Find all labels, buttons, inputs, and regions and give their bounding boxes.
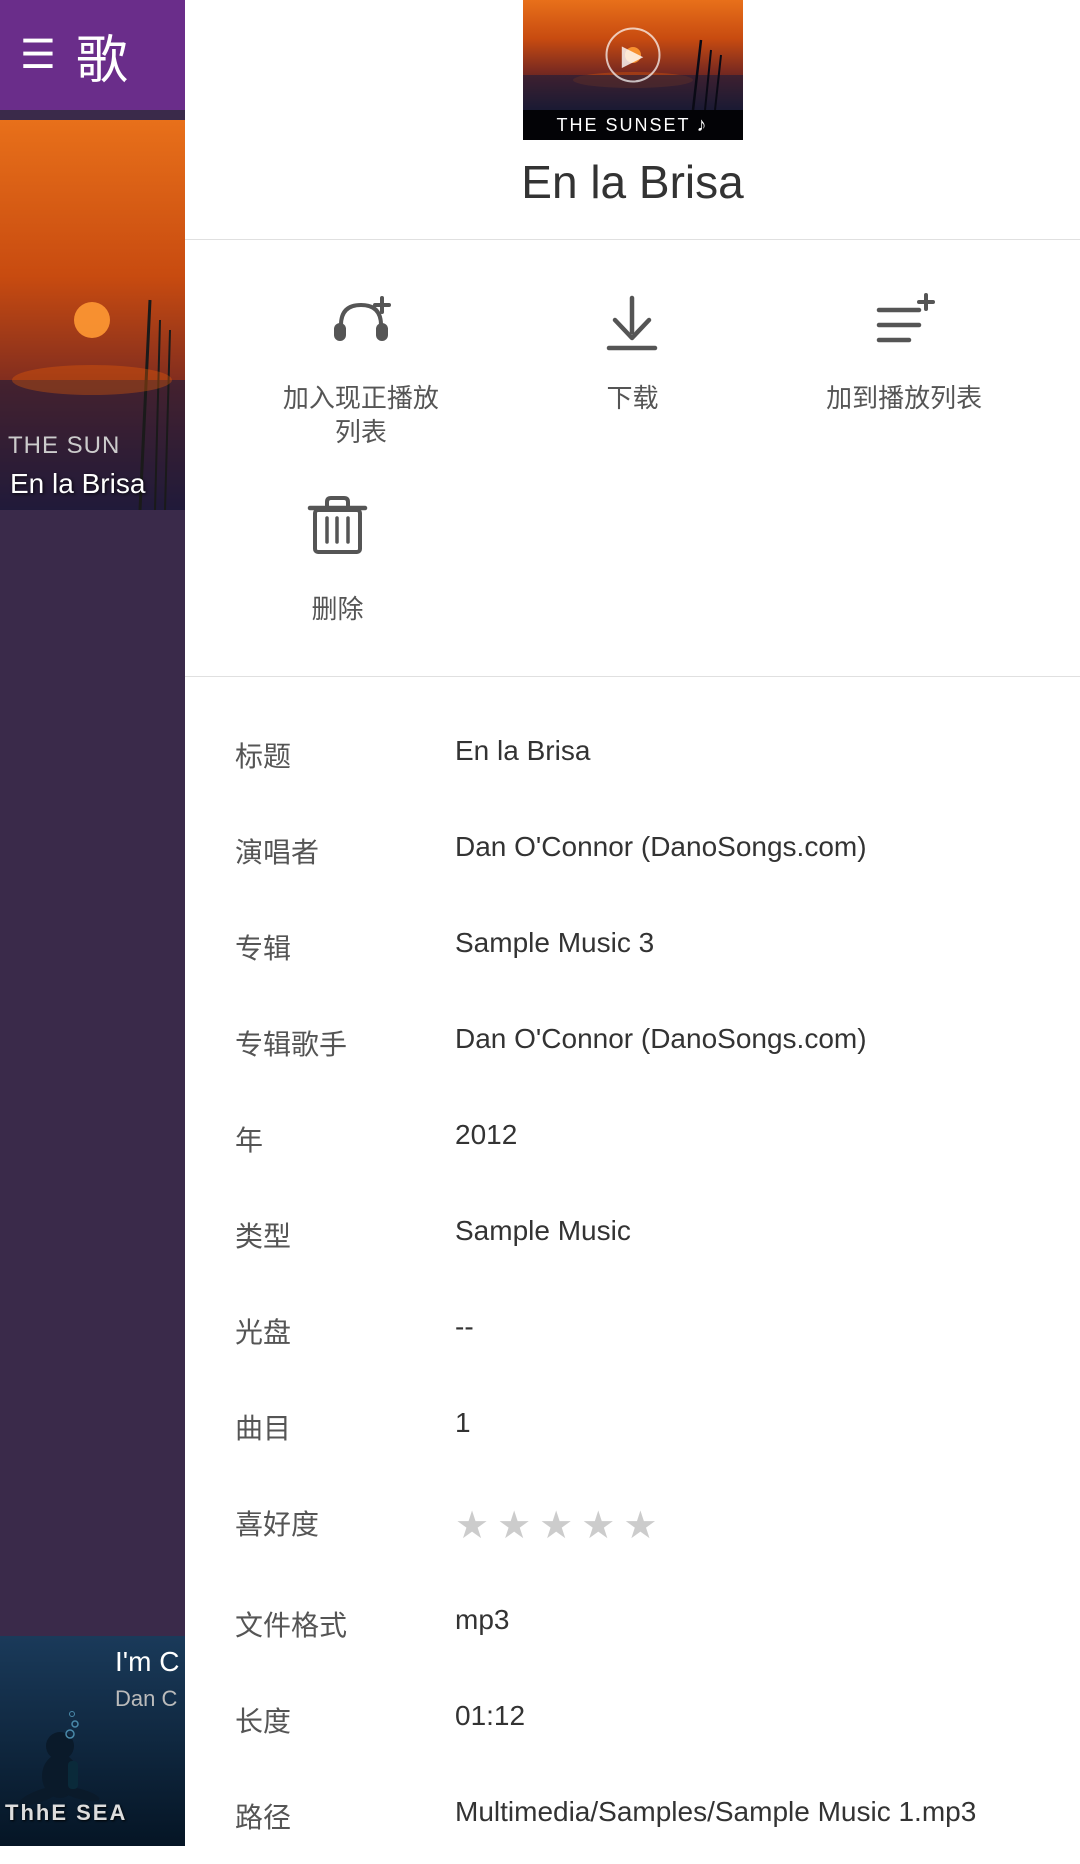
download-icon [597, 290, 667, 366]
meta-value-artist: Dan O'Connor (DanoSongs.com) [455, 831, 1030, 863]
meta-value-format: mp3 [455, 1604, 1030, 1636]
bottom-song-title: I'm C [115, 1646, 179, 1678]
star-3[interactable]: ★ [539, 1503, 573, 1548]
meta-value-rating[interactable]: ★ ★ ★ ★ ★ [455, 1503, 1030, 1548]
page-title: 歌 [76, 18, 128, 93]
meta-value-path: Multimedia/Samples/Sample Music 1.mp3 [455, 1796, 1030, 1828]
delete-button[interactable]: 删除 [305, 490, 370, 626]
album-top-song: En la Brisa [10, 468, 145, 500]
meta-key-path: 路径 [235, 1796, 455, 1836]
meta-key-artist: 演唱者 [235, 831, 455, 871]
album-card-top[interactable]: THE SUN En la Brisa [0, 120, 185, 510]
meta-value-disc: -- [455, 1311, 1030, 1343]
meta-key-format: 文件格式 [235, 1604, 455, 1644]
add-to-now-playing-button[interactable]: 加入现正播放列表 [261, 290, 461, 450]
metadata-row-format: 文件格式 mp3 [185, 1576, 1080, 1672]
now-playing-thumbnail[interactable]: ▶ THE SUNSET ♪ [523, 0, 743, 140]
play-button[interactable]: ▶ [605, 28, 660, 83]
star-2[interactable]: ★ [497, 1503, 531, 1548]
track-title: En la Brisa [185, 155, 1080, 209]
meta-key-disc: 光盘 [235, 1311, 455, 1351]
music-note-icon: ♪ [697, 114, 709, 137]
meta-key-genre: 类型 [235, 1215, 455, 1255]
meta-value-track: 1 [455, 1407, 1030, 1439]
bottom-artist: Dan C [115, 1686, 177, 1712]
metadata-row-genre: 类型 Sample Music [185, 1187, 1080, 1283]
meta-value-albumartist: Dan O'Connor (DanoSongs.com) [455, 1023, 1030, 1055]
meta-key-rating: 喜好度 [235, 1503, 455, 1543]
download-button[interactable]: 下载 [532, 290, 732, 416]
metadata-row-albumartist: 专辑歌手 Dan O'Connor (DanoSongs.com) [185, 995, 1080, 1091]
star-5[interactable]: ★ [623, 1503, 657, 1548]
metadata-row-disc: 光盘 -- [185, 1283, 1080, 1379]
metadata-section: 标题 En la Brisa 演唱者 Dan O'Connor (DanoSon… [185, 707, 1080, 1864]
metadata-row-album: 专辑 Sample Music 3 [185, 899, 1080, 995]
star-4[interactable]: ★ [581, 1503, 615, 1548]
add-to-playlist-button[interactable]: 加到播放列表 [804, 290, 1004, 416]
the-sea-label: ThhE SEA [5, 1800, 127, 1826]
add-to-now-playing-icon [326, 290, 396, 366]
add-to-playlist-label: 加到播放列表 [826, 382, 982, 416]
meta-key-track: 曲目 [235, 1407, 455, 1447]
meta-key-year: 年 [235, 1119, 455, 1159]
play-icon: ▶ [622, 39, 644, 72]
metadata-row-path: 路径 Multimedia/Samples/Sample Music 1.mp3 [185, 1768, 1080, 1864]
meta-key-duration: 长度 [235, 1700, 455, 1740]
metadata-row-duration: 长度 01:12 [185, 1672, 1080, 1768]
meta-key-album: 专辑 [235, 927, 455, 967]
meta-value-album: Sample Music 3 [455, 927, 1030, 959]
thumb-image: ▶ [523, 0, 743, 110]
metadata-row-rating: 喜好度 ★ ★ ★ ★ ★ [185, 1475, 1080, 1576]
metadata-row-title: 标题 En la Brisa [185, 707, 1080, 803]
album-card-bottom[interactable]: I'm C Dan C ThhE SEA [0, 1636, 185, 1846]
title-divider [185, 239, 1080, 240]
now-playing-title: THE SUNSET [556, 115, 690, 136]
hamburger-icon[interactable]: ☰ [20, 35, 56, 75]
delete-label: 删除 [311, 589, 363, 626]
star-1[interactable]: ★ [455, 1503, 489, 1548]
now-playing-label: THE SUNSET ♪ [523, 110, 743, 140]
metadata-row-year: 年 2012 [185, 1091, 1080, 1187]
download-label: 下载 [606, 382, 658, 416]
meta-key-title: 标题 [235, 735, 455, 775]
album-top-sun-label: THE SUN [8, 432, 120, 460]
header-bar: ☰ 歌 [0, 0, 185, 110]
delete-row: 删除 [185, 470, 1080, 646]
add-to-now-playing-label: 加入现正播放列表 [283, 382, 439, 450]
meta-value-duration: 01:12 [455, 1700, 1030, 1732]
actions-row: 加入现正播放列表 下载 [185, 270, 1080, 470]
metadata-row-track: 曲目 1 [185, 1379, 1080, 1475]
metadata-divider [185, 676, 1080, 677]
meta-key-albumartist: 专辑歌手 [235, 1023, 455, 1063]
stars-rating[interactable]: ★ ★ ★ ★ ★ [455, 1503, 1030, 1548]
meta-value-title: En la Brisa [455, 735, 1030, 767]
main-panel: ▶ THE SUNSET ♪ En la Brisa [185, 0, 1080, 1846]
meta-value-genre: Sample Music [455, 1215, 1030, 1247]
metadata-row-artist: 演唱者 Dan O'Connor (DanoSongs.com) [185, 803, 1080, 899]
meta-value-year: 2012 [455, 1119, 1030, 1151]
delete-icon [305, 490, 370, 573]
add-to-playlist-icon [869, 290, 939, 366]
